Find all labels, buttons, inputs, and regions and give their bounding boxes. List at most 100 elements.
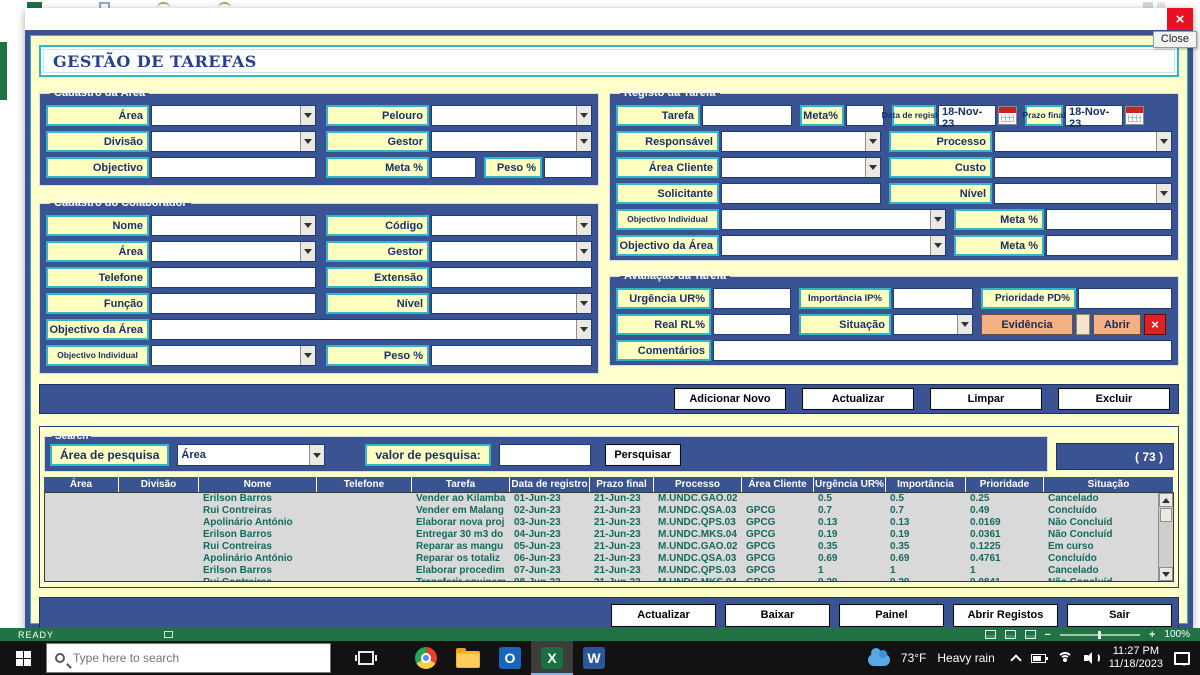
real-input[interactable] [713,314,791,335]
responsavel-combobox[interactable] [721,131,881,152]
chevron-down-icon[interactable] [865,132,880,151]
persquisar-button[interactable]: Persquisar [604,444,681,466]
col-header[interactable]: Prazo final [590,477,654,492]
zoom-level[interactable]: 100% [1164,629,1190,640]
chevron-down-icon[interactable] [957,315,972,334]
abrir-button[interactable]: Abrir [1093,314,1141,335]
peso-colab-input[interactable] [431,345,592,366]
meta1-input[interactable] [1046,209,1172,230]
custo-input[interactable] [994,157,1172,178]
chevron-down-icon[interactable] [300,242,315,261]
table-row[interactable]: Rui Contreiras Vender em Malang 02-Jun-2… [45,505,1173,517]
scroll-up-icon[interactable] [1159,493,1173,507]
col-header[interactable]: Divisão [119,477,199,492]
nivel-tarefa-combobox[interactable] [994,183,1172,204]
col-header[interactable]: Urgência UR% [814,477,886,492]
funcao-input[interactable] [151,293,316,314]
action-center-icon[interactable] [1174,651,1190,666]
chevron-down-icon[interactable] [576,216,591,235]
objectivo-input[interactable] [151,157,316,178]
col-header[interactable]: Processo [654,477,742,492]
file-explorer-taskbar-button[interactable] [447,641,489,675]
table-row[interactable]: Rui Contreiras Reparar as mangu 05-Jun-2… [45,541,1173,553]
meta2-input[interactable] [1046,235,1172,256]
zoom-out-icon[interactable]: − [1045,629,1051,640]
chevron-down-icon[interactable] [300,106,315,125]
start-button[interactable] [0,641,46,675]
chevron-down-icon[interactable] [300,216,315,235]
situacao-combobox[interactable] [893,314,973,335]
word-taskbar-button[interactable]: W [573,641,615,675]
speaker-icon[interactable] [1083,652,1100,664]
area-combobox[interactable] [151,105,316,126]
tray-expand-icon[interactable] [1010,653,1022,666]
chevron-down-icon[interactable] [576,106,591,125]
calendar-icon[interactable] [998,106,1017,125]
taskbar-search[interactable] [46,643,331,673]
close-button[interactable]: × [1167,8,1193,30]
form-titlebar[interactable]: × Close [25,8,1197,48]
outlook-taskbar-button[interactable]: O [489,641,531,675]
list-scrollbar[interactable] [1158,493,1173,581]
codigo-combobox[interactable] [431,215,592,236]
results-listbox[interactable]: Erilson Barros Vender ao Kilamba 01-Jun-… [44,492,1174,582]
prazo-final-field[interactable]: 18-Nov-23 [1065,105,1123,130]
col-header[interactable]: Data de registro [510,477,590,492]
abrir-registos-button[interactable]: Abrir Registos [953,603,1058,627]
scroll-down-icon[interactable] [1159,567,1173,581]
chevron-down-icon[interactable] [300,346,315,365]
divisao-combobox[interactable] [151,131,316,152]
chevron-down-icon[interactable] [300,132,315,151]
chevron-down-icon[interactable] [309,445,325,465]
battery-icon[interactable] [1030,653,1048,663]
painel-button[interactable]: Painel [839,603,944,627]
chevron-down-icon[interactable] [576,242,591,261]
excel-taskbar-button[interactable]: X [531,641,573,675]
objectivo-area-combobox[interactable] [151,319,592,340]
chevron-down-icon[interactable] [930,236,945,255]
table-row[interactable]: Rui Contreiras Transferir equipam 08-Jun… [45,577,1173,581]
chevron-down-icon[interactable] [1156,132,1171,151]
weather-temp[interactable]: 73°F [901,651,926,665]
chevron-down-icon[interactable] [576,320,591,339]
macro-record-icon[interactable] [164,631,174,638]
chevron-down-icon[interactable] [865,158,880,177]
bottom-actualizar-button[interactable]: Actualizar [611,603,716,627]
chevron-down-icon[interactable] [930,210,945,229]
meta-input[interactable] [431,157,476,178]
area-colab-combobox[interactable] [151,241,316,262]
table-row[interactable]: Erilson Barros Entregar 30 m3 do 04-Jun-… [45,529,1173,541]
table-row[interactable]: Apolinário António Reparar os totaliz 06… [45,553,1173,565]
normal-view-icon[interactable] [984,630,996,639]
col-header[interactable]: Prioridade [966,477,1044,492]
zoom-in-icon[interactable]: + [1149,629,1155,640]
area-cliente-combobox[interactable] [721,157,881,178]
search-field-combobox[interactable]: Área [177,444,326,466]
col-header[interactable]: Tarefa [412,477,510,492]
adicionar-novo-button[interactable]: Adicionar Novo [674,388,786,410]
importancia-input[interactable] [893,288,973,309]
weather-icon[interactable] [867,648,890,666]
gestor-colab-combobox[interactable] [431,241,592,262]
pelouro-combobox[interactable] [431,105,592,126]
sair-button[interactable]: Sair [1067,603,1172,627]
zoom-slider[interactable] [1059,630,1140,639]
col-header[interactable]: Importância [886,477,966,492]
wifi-icon[interactable] [1056,652,1073,664]
processo-combobox[interactable] [994,131,1172,152]
col-header[interactable]: Nome [199,477,317,492]
limpar-button[interactable]: Limpar [930,388,1042,410]
solicitante-input[interactable] [721,183,881,204]
chevron-down-icon[interactable] [576,132,591,151]
nome-combobox[interactable] [151,215,316,236]
chrome-taskbar-button[interactable] [405,641,447,675]
data-registro-field[interactable]: 18-Nov-23 [938,105,996,130]
taskbar-clock[interactable]: 11:27 PM 11/18/2023 [1109,645,1163,671]
calendar-icon[interactable] [1125,106,1144,125]
objectivo-individual-tarefa-combobox[interactable] [721,209,946,230]
nivel-combobox[interactable] [431,293,592,314]
col-header[interactable]: Área Cliente [742,477,814,492]
search-input[interactable] [73,651,293,665]
comentarios-input[interactable] [713,340,1172,361]
actualizar-button[interactable]: Actualizar [802,388,914,410]
